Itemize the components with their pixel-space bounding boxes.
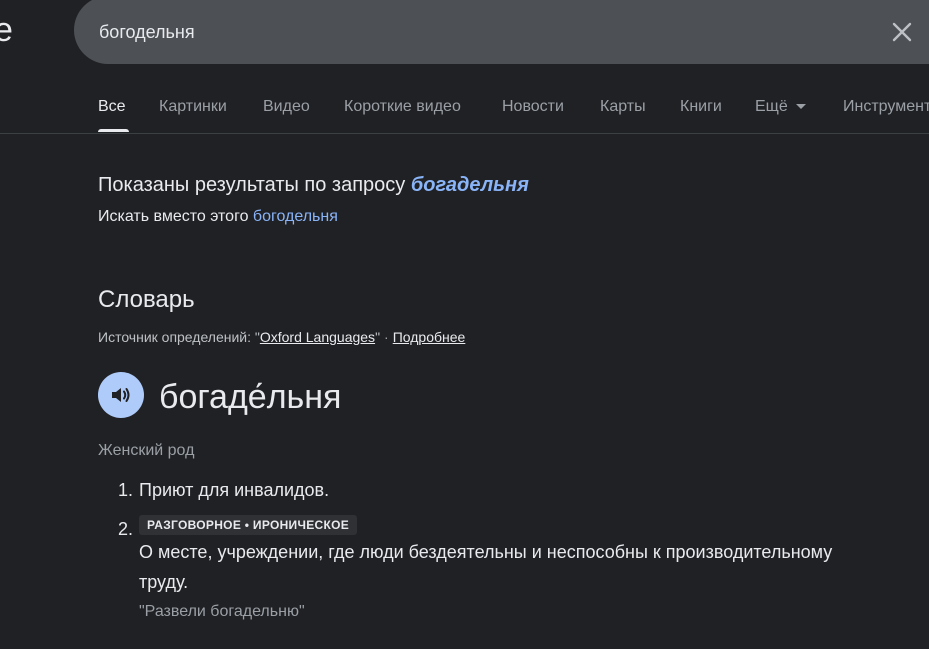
tab-news[interactable]: Новости [502, 96, 564, 118]
usage-example: "Развели богадельню" [139, 603, 305, 620]
active-tab-indicator [98, 129, 129, 132]
dictionary-source: Источник определений: "Oxford Languages"… [98, 327, 465, 347]
definition-number: 1. [118, 480, 134, 500]
tab-images[interactable]: Картинки [159, 96, 227, 118]
separator-dot: · [384, 329, 389, 345]
search-instead: Искать вместо этого богодельня [98, 206, 338, 228]
original-query-link[interactable]: богодельня [253, 208, 338, 225]
definition-text-continued: труду. [139, 572, 189, 592]
search-instead-prefix: Искать вместо этого [98, 208, 253, 225]
corrected-query-link[interactable]: богадельня [411, 174, 529, 196]
headword: богаде́льня [159, 378, 342, 416]
tab-books[interactable]: Книги [680, 96, 722, 118]
pronunciation-button[interactable] [98, 372, 144, 418]
speaker-icon [112, 388, 130, 402]
more-info-link[interactable]: Подробнее [393, 329, 466, 345]
search-input[interactable] [99, 20, 859, 44]
close-icon [892, 22, 912, 42]
clear-search-button[interactable] [888, 18, 916, 46]
usage-label-badge: РАЗГОВОРНОЕ • ИРОНИЧЕСКОЕ [139, 515, 358, 535]
source-prefix: Источник определений: " [98, 329, 260, 345]
part-of-speech: Женский род [98, 442, 195, 459]
definition-text: Приют для инвалидов. [139, 480, 330, 500]
oxford-languages-link[interactable]: Oxford Languages [260, 329, 375, 345]
google-logo-fragment[interactable]: e [0, 10, 13, 50]
caret-down-icon [795, 103, 806, 109]
tab-short-videos[interactable]: Короткие видео [344, 96, 461, 118]
showing-results-prefix: Показаны результаты по запросу [98, 174, 411, 196]
tab-tools[interactable]: Инструменты [843, 96, 929, 118]
definition-text: О месте, учреждении, где люди бездеятель… [139, 542, 833, 562]
tab-more[interactable]: Ещё [755, 96, 806, 118]
tab-more-label: Ещё [755, 98, 788, 115]
dictionary-title: Словарь [98, 286, 195, 313]
tab-maps[interactable]: Карты [600, 96, 646, 118]
tab-videos[interactable]: Видео [263, 96, 310, 118]
source-suffix: " [375, 329, 381, 345]
tab-all[interactable]: Все [98, 96, 126, 118]
google-results-page: e Все Картинки Видео Короткие видео Ново… [0, 0, 929, 649]
showing-results-for: Показаны результаты по запросу богадельн… [98, 172, 529, 198]
definition-number: 2. [118, 519, 134, 539]
search-tabs: Все Картинки Видео Короткие видео Новост… [0, 84, 929, 134]
